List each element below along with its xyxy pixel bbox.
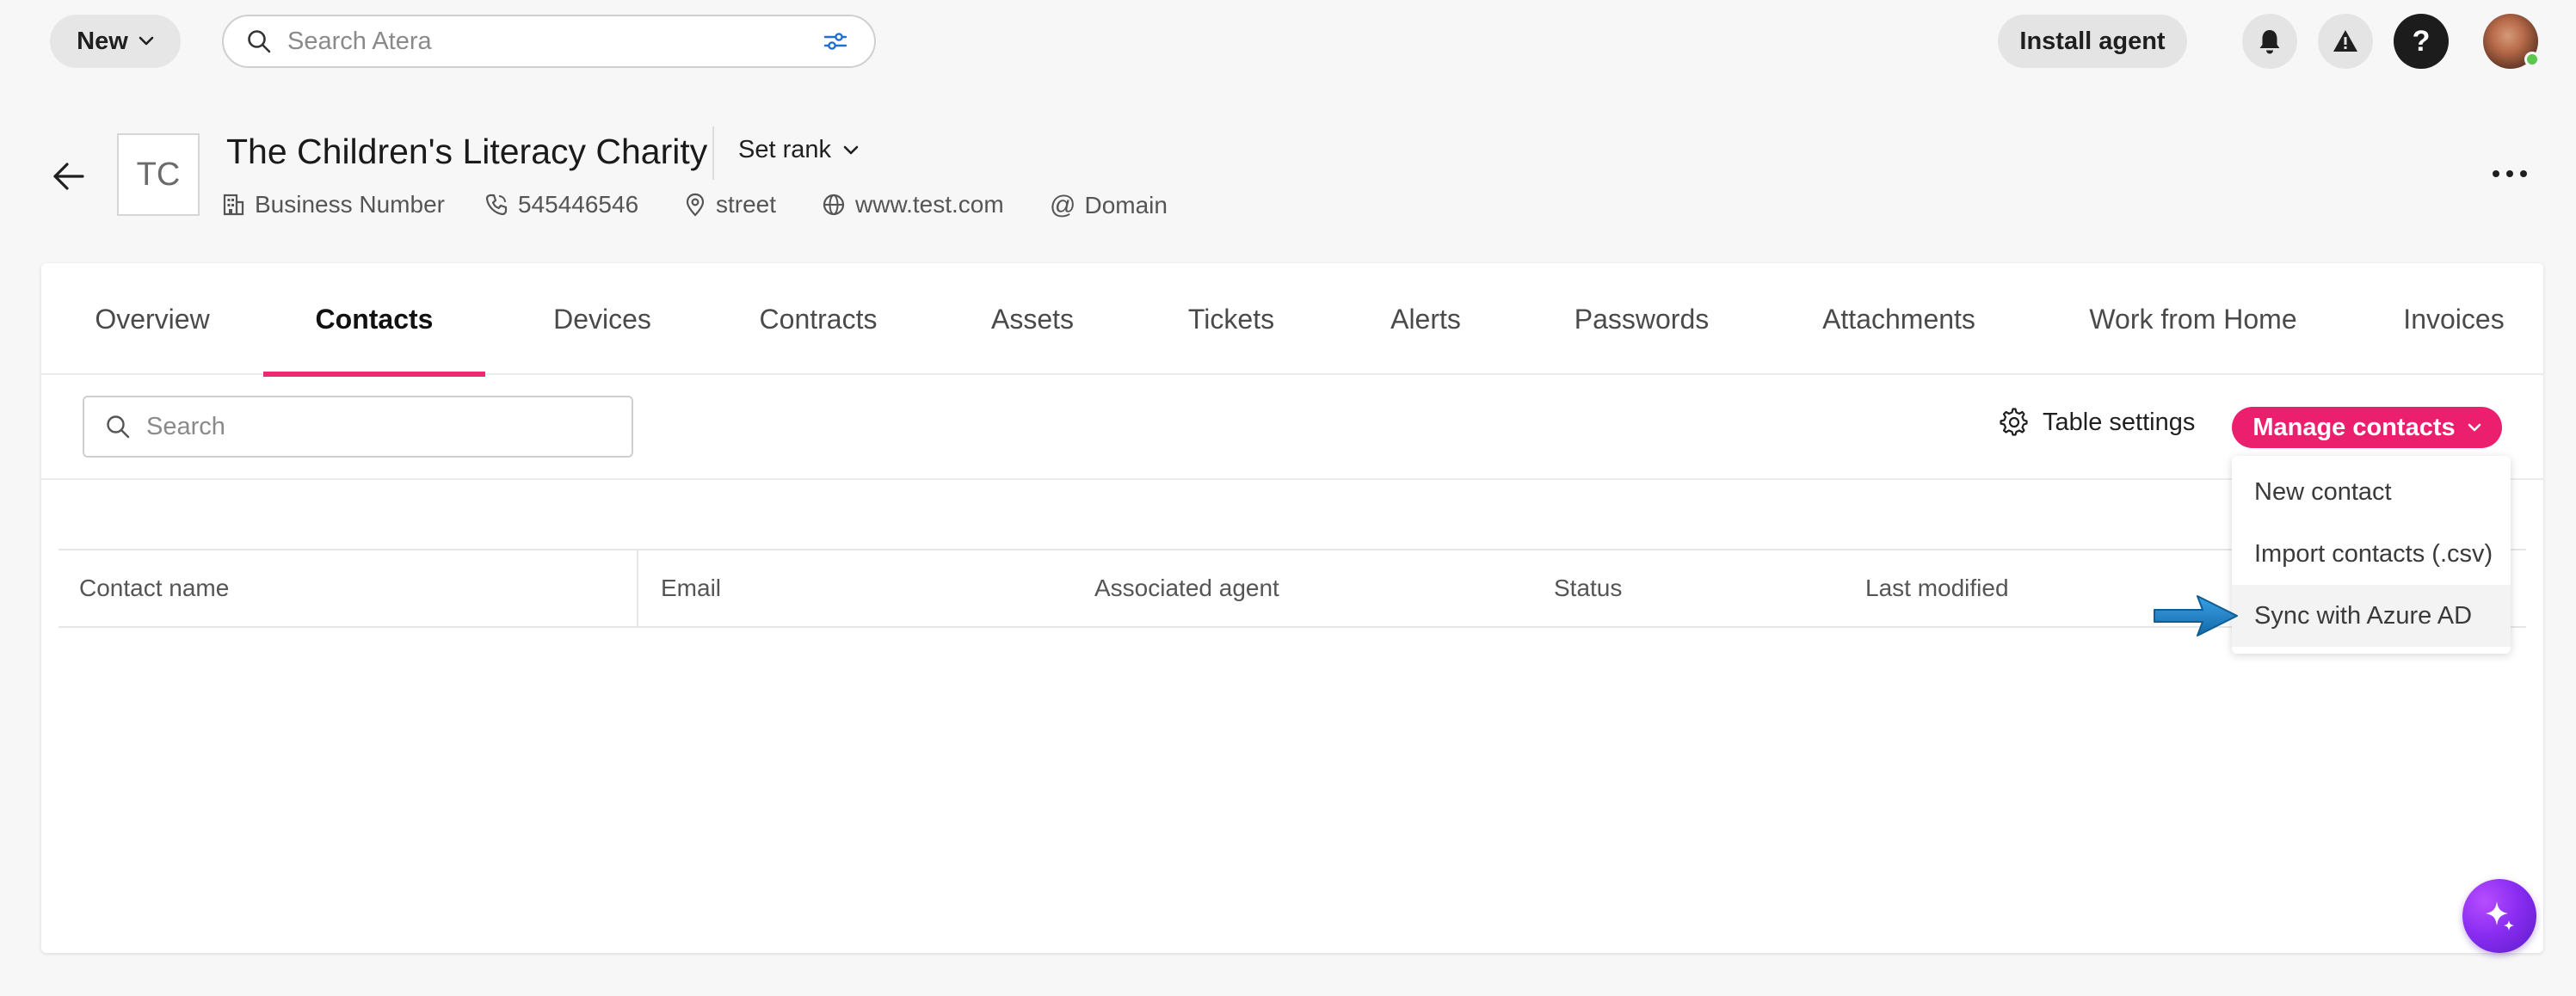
alerts-button[interactable] <box>2318 14 2373 69</box>
global-search-input[interactable] <box>287 27 823 56</box>
tab-label: Contacts <box>315 303 434 335</box>
install-agent-label: Install agent <box>2019 27 2166 55</box>
tab-label: Devices <box>553 303 651 335</box>
table-settings-button[interactable]: Table settings <box>2000 408 2195 437</box>
location-pin-icon <box>686 193 705 217</box>
pointer-arrow-icon <box>2154 595 2238 636</box>
menu-item-label: Sync with Azure AD <box>2254 601 2473 630</box>
phone-icon <box>485 194 508 216</box>
contacts-search-input[interactable] <box>146 412 611 441</box>
ai-assistant-button[interactable] <box>2462 879 2536 953</box>
column-header-status[interactable]: Status <box>1554 550 1622 626</box>
search-icon <box>107 415 130 439</box>
help-button[interactable]: ? <box>2394 14 2449 69</box>
tab-alerts[interactable]: Alerts <box>1353 263 1499 375</box>
help-icon: ? <box>2412 24 2431 58</box>
meta-address: street <box>683 191 776 218</box>
website-link[interactable]: www.test.com <box>855 191 1004 218</box>
meta-domain: @ Domain <box>1050 191 1168 220</box>
column-separator[interactable] <box>637 550 638 626</box>
tab-label: Attachments <box>1822 303 1975 335</box>
column-header-last-modified[interactable]: Last modified <box>1865 550 2009 626</box>
install-agent-button[interactable]: Install agent <box>1998 15 2187 68</box>
customer-name: The Children's Literacy Charity <box>226 132 708 171</box>
column-header-email[interactable]: Email <box>661 550 721 626</box>
customer-initials: TC <box>136 156 181 193</box>
tab-contracts[interactable]: Contracts <box>726 263 910 375</box>
tab-contacts[interactable]: Contacts <box>263 263 485 377</box>
meta-phone: 545446546 <box>484 191 638 218</box>
more-options-icon[interactable] <box>2488 163 2531 184</box>
domain-text: Domain <box>1084 192 1168 218</box>
online-status-dot <box>2524 52 2540 67</box>
globe-icon <box>823 194 845 216</box>
tab-tickets[interactable]: Tickets <box>1153 263 1310 375</box>
manage-contacts-button[interactable]: Manage contacts <box>2232 407 2502 448</box>
new-button[interactable]: New <box>50 15 181 68</box>
column-label: Status <box>1554 575 1623 601</box>
address-text: street <box>716 191 777 218</box>
header-divider <box>712 126 714 180</box>
tab-label: Assets <box>990 303 1075 335</box>
tab-label: Invoices <box>2403 303 2505 335</box>
meta-business-number: Business Number <box>220 191 445 218</box>
gear-icon <box>2000 408 2028 436</box>
tab-label: Tickets <box>1187 303 1275 335</box>
column-label: Associated agent <box>1094 575 1279 601</box>
column-label: Contact name <box>79 575 230 601</box>
customer-initials-logo: TC <box>117 133 200 216</box>
menu-item-sync-azure-ad[interactable]: Sync with Azure AD <box>2232 585 2511 647</box>
manage-contacts-menu: New contact Import contacts (.csv) Sync … <box>2232 456 2511 654</box>
avatar[interactable] <box>2483 14 2540 69</box>
tab-assets[interactable]: Assets <box>955 263 1110 375</box>
set-rank-dropdown[interactable]: Set rank <box>738 136 859 164</box>
chevron-down-icon <box>2468 423 2480 432</box>
tab-label: Overview <box>95 303 210 335</box>
new-button-label: New <box>77 27 128 55</box>
tab-bar: Overview Contacts Devices Contracts Asse… <box>41 263 2543 377</box>
business-number-text: Business Number <box>255 191 445 218</box>
set-rank-label: Set rank <box>738 136 831 163</box>
tab-label: Alerts <box>1390 303 1461 335</box>
bell-icon <box>2259 30 2280 54</box>
menu-item-label: New contact <box>2254 477 2392 506</box>
column-label: Email <box>661 575 722 601</box>
meta-website[interactable]: www.test.com <box>821 191 1004 218</box>
tab-label: Work from Home <box>2089 303 2297 335</box>
column-header-contact-name[interactable]: Contact name <box>79 550 229 626</box>
notifications-button[interactable] <box>2242 14 2297 69</box>
menu-item-label: Import contacts (.csv) <box>2254 539 2493 568</box>
tab-invoices[interactable]: Invoices <box>2370 263 2538 375</box>
building-icon <box>223 194 244 216</box>
at-sign-icon: @ <box>1050 191 1076 219</box>
menu-item-new-contact[interactable]: New contact <box>2232 461 2511 523</box>
warning-icon <box>2333 30 2357 52</box>
manage-contacts-label: Manage contacts <box>2252 413 2456 441</box>
tab-work-from-home[interactable]: Work from Home <box>2053 263 2333 375</box>
filter-sliders-icon[interactable] <box>823 30 848 52</box>
contacts-search[interactable] <box>83 396 633 458</box>
column-label: Last modified <box>1865 575 2009 601</box>
chevron-down-icon <box>139 36 154 46</box>
back-arrow-icon[interactable] <box>50 157 88 195</box>
table-settings-label: Table settings <box>2043 408 2196 436</box>
tab-devices[interactable]: Devices <box>520 263 685 375</box>
tab-attachments[interactable]: Attachments <box>1786 263 2012 375</box>
sparkle-icon <box>2486 901 2514 931</box>
tab-label: Passwords <box>1574 303 1710 335</box>
column-header-associated-agent[interactable]: Associated agent <box>1094 550 1279 626</box>
menu-item-import-contacts[interactable]: Import contacts (.csv) <box>2232 523 2511 585</box>
search-icon <box>248 30 271 53</box>
toolbar-divider <box>41 478 2543 480</box>
tab-label: Contracts <box>759 303 878 335</box>
chevron-down-icon <box>843 145 859 154</box>
tab-passwords[interactable]: Passwords <box>1540 263 1743 375</box>
tab-overview[interactable]: Overview <box>76 263 229 375</box>
global-search[interactable] <box>222 15 876 68</box>
phone-text: 545446546 <box>518 191 639 218</box>
